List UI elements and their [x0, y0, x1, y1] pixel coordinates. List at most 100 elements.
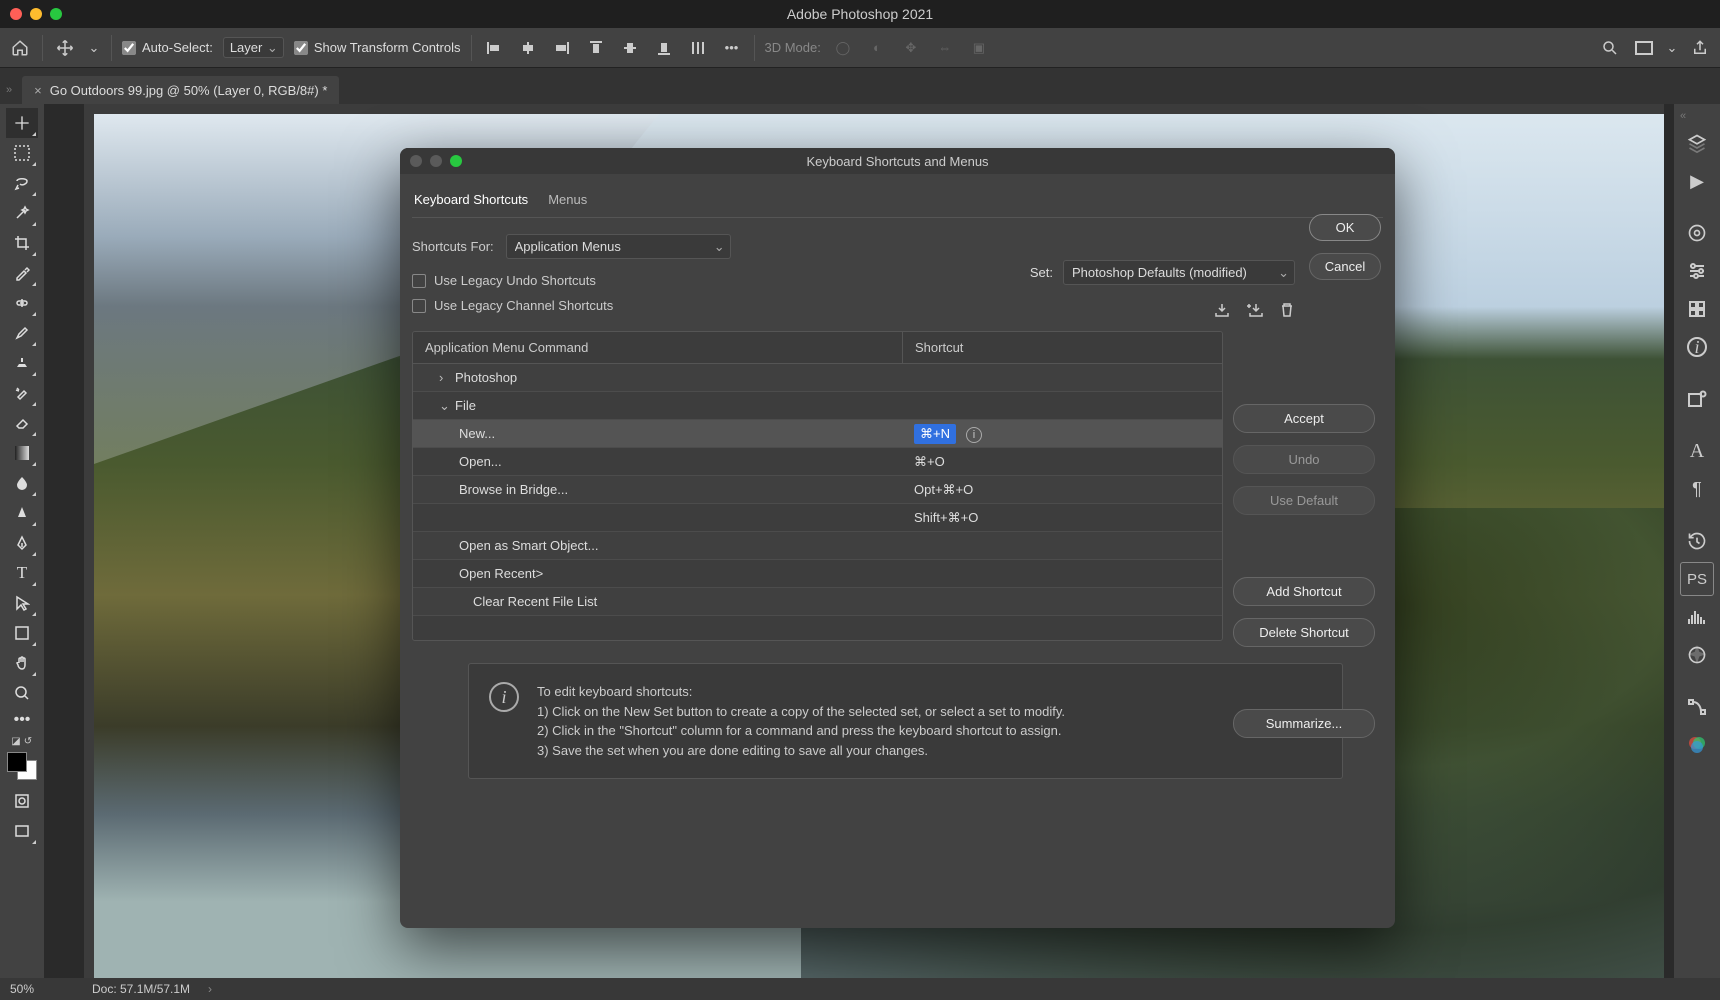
paths-panel-icon[interactable]: [1680, 690, 1714, 724]
show-transform-checkbox[interactable]: Show Transform Controls: [294, 40, 461, 55]
zoom-tool[interactable]: [6, 678, 38, 708]
share-panel-icon[interactable]: [1680, 382, 1714, 416]
foreground-background-colors[interactable]: [7, 752, 37, 780]
undo-button[interactable]: Undo: [1233, 445, 1375, 474]
doc-size-label[interactable]: Doc: 57.1M/57.1M: [92, 982, 190, 996]
actions-panel-icon[interactable]: ▶: [1680, 164, 1714, 198]
column-shortcut-header[interactable]: Shortcut: [902, 332, 1222, 363]
align-right-icon[interactable]: [550, 36, 574, 60]
search-icon[interactable]: [1598, 36, 1622, 60]
brush-tool[interactable]: [6, 318, 38, 348]
path-select-tool[interactable]: [6, 588, 38, 618]
lasso-tool[interactable]: [6, 168, 38, 198]
magic-wand-tool[interactable]: [6, 198, 38, 228]
align-bottom-icon[interactable]: [652, 36, 676, 60]
table-row[interactable]: New... ⌘+Ni: [413, 420, 1222, 448]
eraser-tool[interactable]: [6, 408, 38, 438]
close-tab-icon[interactable]: ×: [34, 83, 42, 98]
history-brush-tool[interactable]: [6, 378, 38, 408]
screen-mode-tool-icon[interactable]: [6, 816, 38, 846]
paragraph-panel-icon[interactable]: ¶: [1680, 472, 1714, 506]
table-row[interactable]: ›Photoshop: [413, 364, 1222, 392]
info-icon[interactable]: i: [966, 427, 982, 443]
collapse-panels-icon[interactable]: «: [1674, 110, 1686, 122]
status-menu-icon[interactable]: ›: [208, 982, 212, 996]
canvas-area[interactable]: Keyboard Shortcuts and Menus OK Cancel K…: [44, 104, 1674, 978]
quick-mask-icon[interactable]: [6, 786, 38, 816]
set-dropdown[interactable]: Photoshop Defaults (modified): [1063, 260, 1295, 285]
crop-tool[interactable]: [6, 228, 38, 258]
dialog-titlebar[interactable]: Keyboard Shortcuts and Menus: [400, 148, 1395, 174]
move-tool[interactable]: [6, 108, 38, 138]
align-hcenter-icon[interactable]: [516, 36, 540, 60]
zoom-level[interactable]: 50%: [10, 982, 74, 996]
align-top-icon[interactable]: [584, 36, 608, 60]
dialog-close-icon[interactable]: [410, 155, 422, 167]
color-panel-icon[interactable]: [1680, 216, 1714, 250]
table-row[interactable]: Browse in Bridge... Opt+⌘+O: [413, 476, 1222, 504]
column-command-header[interactable]: Application Menu Command: [413, 332, 902, 363]
ok-button[interactable]: OK: [1309, 214, 1381, 241]
properties-panel-icon[interactable]: PS: [1680, 562, 1714, 596]
align-left-icon[interactable]: [482, 36, 506, 60]
add-shortcut-button[interactable]: Add Shortcut: [1233, 577, 1375, 606]
foreground-color-swatch[interactable]: [7, 752, 27, 772]
swap-default-colors[interactable]: ◪↺: [11, 736, 33, 746]
table-row[interactable]: ⌄File: [413, 392, 1222, 420]
save-set-icon[interactable]: [1213, 302, 1231, 318]
histogram-panel-icon[interactable]: [1680, 600, 1714, 634]
table-row[interactable]: Open Recent>: [413, 560, 1222, 588]
shape-tool[interactable]: [6, 618, 38, 648]
dodge-tool[interactable]: [6, 498, 38, 528]
new-set-icon[interactable]: [1245, 302, 1265, 318]
edit-toolbar-icon[interactable]: •••: [6, 708, 38, 732]
clone-stamp-tool[interactable]: [6, 348, 38, 378]
chevron-down-icon[interactable]: ⌄: [87, 36, 101, 60]
layers-panel-icon[interactable]: [1680, 126, 1714, 160]
eyedropper-tool[interactable]: [6, 258, 38, 288]
adjustments-panel-icon[interactable]: [1680, 254, 1714, 288]
table-row[interactable]: Open as Smart Object...: [413, 532, 1222, 560]
gradient-tool[interactable]: [6, 438, 38, 468]
share-icon[interactable]: [1688, 36, 1712, 60]
pen-tool[interactable]: [6, 528, 38, 558]
document-tab[interactable]: × Go Outdoors 99.jpg @ 50% (Layer 0, RGB…: [22, 76, 339, 104]
navigator-panel-icon[interactable]: [1680, 638, 1714, 672]
screen-mode-icon[interactable]: [1632, 36, 1656, 60]
shortcut-edit-field[interactable]: ⌘+N: [914, 424, 956, 444]
window-close-icon[interactable]: [10, 8, 22, 20]
marquee-tool[interactable]: [6, 138, 38, 168]
blur-tool[interactable]: [6, 468, 38, 498]
table-row[interactable]: Shift+⌘+O: [413, 504, 1222, 532]
history-panel-icon[interactable]: [1680, 524, 1714, 558]
summarize-button[interactable]: Summarize...: [1233, 709, 1375, 738]
shortcuts-list[interactable]: ›Photoshop ⌄File New... ⌘+Ni: [413, 364, 1222, 640]
more-options-icon[interactable]: •••: [720, 36, 744, 60]
info-panel-icon[interactable]: i: [1680, 330, 1714, 364]
tab-menus[interactable]: Menus: [548, 192, 587, 207]
delete-shortcut-button[interactable]: Delete Shortcut: [1233, 618, 1375, 647]
window-zoom-icon[interactable]: [50, 8, 62, 20]
auto-select-checkbox[interactable]: Auto-Select:: [122, 40, 213, 55]
chevron-down-icon[interactable]: ⌄: [1666, 36, 1678, 60]
delete-set-icon[interactable]: [1279, 302, 1295, 318]
align-vcenter-icon[interactable]: [618, 36, 642, 60]
use-default-button[interactable]: Use Default: [1233, 486, 1375, 515]
type-tool[interactable]: T: [6, 558, 38, 588]
cancel-button[interactable]: Cancel: [1309, 253, 1381, 280]
table-row[interactable]: [413, 616, 1222, 640]
table-row[interactable]: Clear Recent File List: [413, 588, 1222, 616]
table-row[interactable]: Open... ⌘+O: [413, 448, 1222, 476]
hand-tool[interactable]: [6, 648, 38, 678]
move-tool-icon[interactable]: [53, 36, 77, 60]
healing-brush-tool[interactable]: [6, 288, 38, 318]
dialog-zoom-icon[interactable]: [450, 155, 462, 167]
accept-button[interactable]: Accept: [1233, 404, 1375, 433]
expand-tabs-icon[interactable]: »: [0, 84, 18, 104]
auto-select-mode-dropdown[interactable]: Layer: [223, 37, 284, 58]
home-icon[interactable]: [8, 36, 32, 60]
shortcuts-for-dropdown[interactable]: Application Menus: [506, 234, 731, 259]
channels-panel-icon[interactable]: [1680, 728, 1714, 762]
distribute-spacing-icon[interactable]: [686, 36, 710, 60]
libraries-panel-icon[interactable]: [1680, 292, 1714, 326]
